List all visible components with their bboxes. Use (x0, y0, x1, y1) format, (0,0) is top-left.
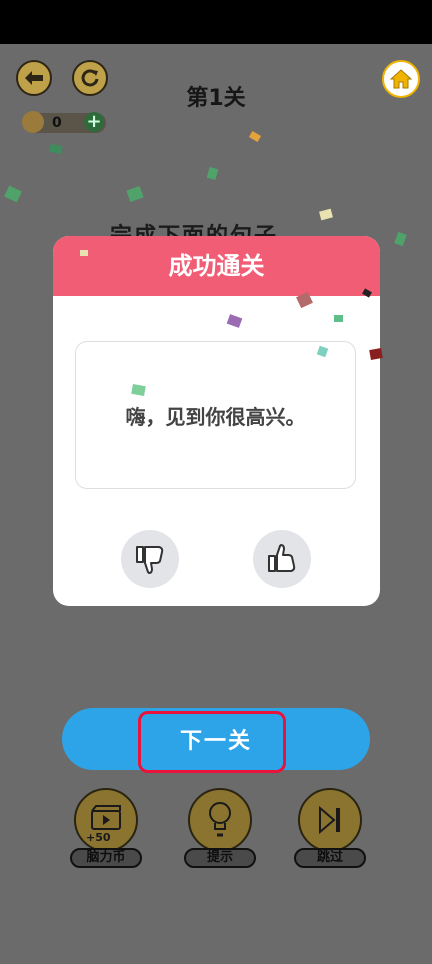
bulb-icon (209, 802, 231, 837)
earn-coins-label: 脑力币 (70, 848, 142, 868)
confetti-piece (126, 185, 144, 203)
skip-label: 跳过 (294, 848, 366, 868)
confetti-piece (49, 144, 63, 154)
coin-reward-amount: +50 (86, 831, 111, 844)
confetti-piece (4, 185, 22, 203)
hint-tool[interactable]: 提示 (184, 788, 256, 868)
confetti-piece (131, 383, 146, 397)
skip-icon (298, 788, 362, 852)
confetti-piece (394, 231, 407, 247)
home-icon (390, 69, 412, 89)
highlight-box (138, 711, 286, 773)
thumbs-down-button[interactable] (121, 530, 179, 588)
brain-icon (22, 111, 44, 133)
confetti-piece (206, 167, 219, 180)
dialog-title: 成功通关 (53, 236, 380, 296)
success-dialog: 成功通关 嗨，见到你很高兴。 (53, 236, 380, 606)
completed-sentence: 嗨，见到你很高兴。 (125, 404, 306, 429)
home-button[interactable] (382, 60, 420, 98)
earn-coins-tool[interactable]: +50 脑力币 (70, 788, 142, 868)
confetti-piece (369, 348, 383, 360)
lightbulb-icon (188, 788, 252, 852)
confetti-piece (319, 208, 333, 221)
thumbs-up-button[interactable] (253, 530, 311, 588)
skip-tool[interactable]: 跳过 (294, 788, 366, 868)
sentence-card: 嗨，见到你很高兴。 (75, 341, 356, 489)
coin-count: 0 (52, 115, 62, 131)
confetti-piece (80, 250, 88, 256)
thumbs-up-icon (268, 544, 296, 572)
confetti-piece (248, 130, 262, 143)
level-title: 第1关 (186, 86, 246, 111)
skip-forward-icon (319, 805, 340, 835)
confetti-piece (334, 315, 343, 322)
thumbs-down-icon (136, 546, 164, 574)
status-bar (0, 0, 432, 44)
add-coins-button[interactable]: + (84, 112, 104, 132)
hint-label: 提示 (184, 848, 256, 868)
